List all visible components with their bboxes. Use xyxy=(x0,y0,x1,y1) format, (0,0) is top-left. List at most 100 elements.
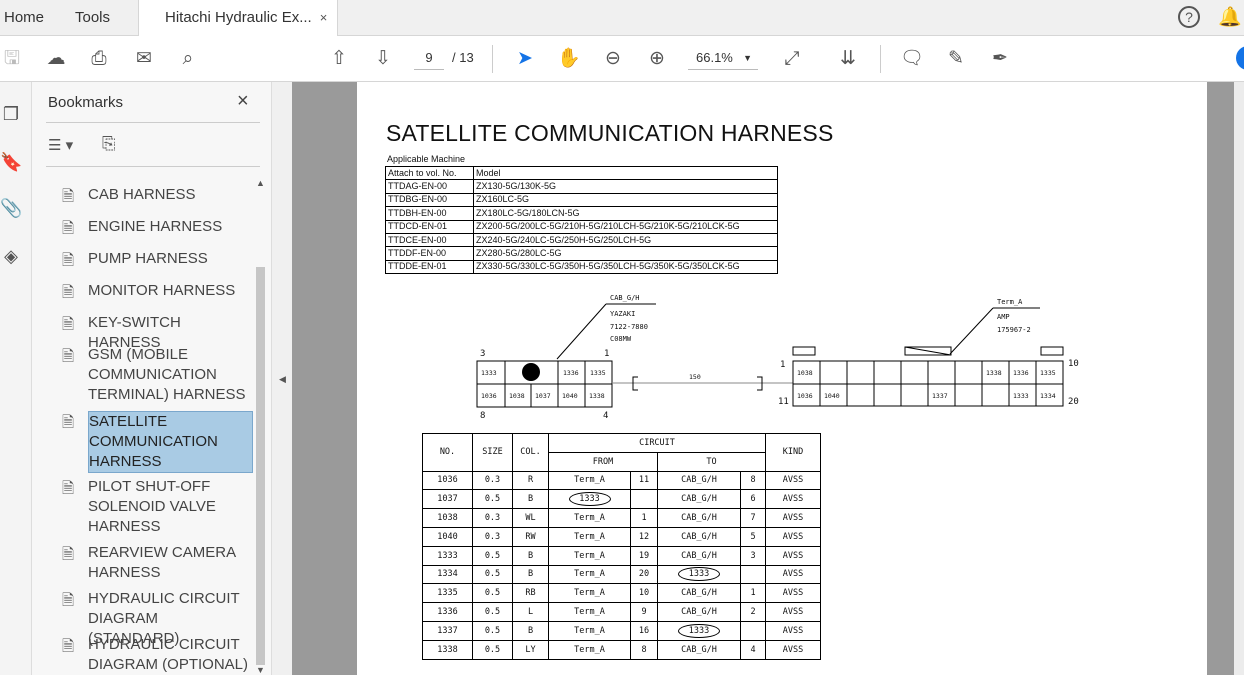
size-text: 0.5 xyxy=(484,644,501,655)
size-text: 0.5 xyxy=(484,569,501,580)
col-text: B xyxy=(527,625,534,636)
page-number-input[interactable]: 9 xyxy=(414,46,444,70)
size-cell: 0.5 xyxy=(472,639,513,660)
bookmarks-panel: Bookmarks × ☰ ▾ ⎘ 🗎 CAB HARNESS 🗎 ENGINE HA… xyxy=(32,82,271,675)
pin-number: 20 xyxy=(1068,397,1079,407)
to-cell: 1333 xyxy=(657,620,741,641)
pin-label: 1336 xyxy=(1013,369,1029,377)
panel-scroll-thumb[interactable] xyxy=(256,267,265,665)
tp-cell: 8 xyxy=(740,470,766,491)
splice-oval: 1333 xyxy=(568,492,611,507)
no-text: 1037 xyxy=(437,494,458,505)
scroll-up-icon[interactable]: ▲ xyxy=(256,178,265,188)
size-cell: 0.3 xyxy=(472,526,513,547)
tab-document[interactable]: Hitachi Hydraulic Ex... × xyxy=(138,0,339,37)
select-cursor-icon[interactable]: ➤ xyxy=(513,47,537,71)
tp-cell: 5 xyxy=(740,526,766,547)
to-text: CAB_G/H xyxy=(681,513,717,524)
table-row: 1335 0.5 RB Term_A 10 CAB_G/H 1 AVSS xyxy=(422,583,821,604)
kind-cell: AVSS xyxy=(765,489,821,510)
from-cell: Term_A xyxy=(548,564,631,585)
previous-page-icon[interactable]: ⇧ xyxy=(327,47,351,71)
upload-cloud-icon[interactable]: ☁ xyxy=(44,47,68,71)
col-text: B xyxy=(527,550,534,561)
col-cell: LY xyxy=(512,639,549,660)
no-cell: 1335 xyxy=(422,583,473,604)
tab-home[interactable]: Home xyxy=(4,0,44,36)
no-text: 1040 xyxy=(437,531,458,542)
close-panel-icon[interactable]: × xyxy=(237,90,249,113)
to-cell: CAB_G/H xyxy=(657,639,741,660)
from-cell: Term_A xyxy=(548,470,631,491)
save-icon[interactable]: 🖫 xyxy=(0,47,24,71)
sign-icon[interactable]: ✒ xyxy=(988,47,1012,71)
print-icon[interactable]: ⎙ xyxy=(87,47,111,71)
tp-text: 2 xyxy=(750,607,756,618)
col-cell: WL xyxy=(512,508,549,528)
layers-icon[interactable]: ◈ xyxy=(0,246,22,267)
bookmark-label: ENGINE HARNESS xyxy=(88,218,223,235)
tp-cell: 1 xyxy=(740,583,766,604)
comment-icon[interactable]: 🗨 xyxy=(900,47,924,71)
hand-tool-icon[interactable]: ✋ xyxy=(557,47,581,71)
tab-tools[interactable]: Tools xyxy=(75,0,110,36)
pin-label: 1036 xyxy=(481,392,497,400)
zoom-select[interactable]: 66.1% ▼ xyxy=(688,46,758,70)
zoom-out-icon[interactable]: ⊖ xyxy=(601,47,625,71)
next-page-icon[interactable]: ⇩ xyxy=(371,47,395,71)
no-text: 1335 xyxy=(437,588,458,599)
attachment-icon[interactable]: 📎 xyxy=(0,198,22,219)
toolbar: 🖫 ☁ ⎙ ✉ ⌕ ⇧ ⇩ 9 / 13 ➤ ✋ ⊖ ⊕ 66.1% ▼ ⤢ ⇊ … xyxy=(0,36,1244,82)
header-cell: NO. xyxy=(422,433,473,472)
size-cell: 0.5 xyxy=(472,545,513,566)
fp-cell: 8 xyxy=(630,639,658,660)
bookmark-page-icon: 🗎 xyxy=(62,546,75,563)
fp-text: 11 xyxy=(638,475,650,486)
from-text: Term_A xyxy=(574,588,605,599)
tp-cell: 2 xyxy=(740,602,766,622)
kind-cell: AVSS xyxy=(765,508,821,528)
pin-label: 1337 xyxy=(932,392,948,400)
from-cell: Term_A xyxy=(548,620,631,641)
zoom-in-icon[interactable]: ⊕ xyxy=(645,47,669,71)
kind-text: AVSS xyxy=(782,588,804,599)
close-tab-icon[interactable]: × xyxy=(320,10,328,25)
bell-icon[interactable]: 🔔 xyxy=(1218,6,1242,30)
page-thumbnails-icon[interactable]: ❐ xyxy=(0,104,22,125)
scroll-mode-icon[interactable]: ⇊ xyxy=(836,47,860,71)
find-bookmark-icon[interactable]: ⎘ xyxy=(102,134,116,154)
bookmark-icon[interactable]: 🔖 xyxy=(0,152,22,173)
bookmark-page-icon: 🗎 xyxy=(62,220,75,237)
no-text: 1038 xyxy=(437,513,458,524)
panel-collapse-handle[interactable]: ◀ xyxy=(271,82,292,675)
kind-text: AVSS xyxy=(782,569,804,580)
no-cell: 1338 xyxy=(422,639,473,660)
fit-page-icon[interactable]: ⤢ xyxy=(780,47,804,71)
from-cell: 1333 xyxy=(548,489,631,510)
account-icon[interactable] xyxy=(1236,46,1244,70)
search-zoom-icon[interactable]: ⌕ xyxy=(176,47,200,71)
highlight-pen-icon[interactable]: ✎ xyxy=(944,47,968,71)
connector-part: 7122-7880 xyxy=(610,323,648,331)
help-icon[interactable]: ? xyxy=(1178,6,1200,28)
document-scrollbar[interactable] xyxy=(1234,82,1244,675)
bookmark-label: SATELLITE COMMUNICATION HARNESS xyxy=(88,411,253,473)
email-icon[interactable]: ✉ xyxy=(132,47,156,71)
table-row: 1334 0.5 B Term_A 20 1333 AVSS xyxy=(422,564,821,585)
from-cell: Term_A xyxy=(548,526,631,547)
fp-cell: 10 xyxy=(630,583,658,604)
from-cell: Term_A xyxy=(548,639,631,660)
connector-part: 175967-2 xyxy=(997,326,1031,334)
col-text: LY xyxy=(525,644,536,655)
fp-cell: 11 xyxy=(630,470,658,491)
scroll-down-icon[interactable]: ▼ xyxy=(256,665,265,675)
fp-text: 16 xyxy=(638,625,650,636)
no-text: 1336 xyxy=(437,607,458,618)
no-text: 1036 xyxy=(437,475,458,486)
bookmark-options-icon[interactable]: ☰ ▾ xyxy=(48,136,73,154)
kind-text: AVSS xyxy=(782,513,804,524)
from-text: Term_A xyxy=(574,625,605,636)
size-cell: 0.3 xyxy=(472,508,513,528)
to-text: CAB_G/H xyxy=(681,531,717,542)
to-cell: CAB_G/H xyxy=(657,583,741,604)
